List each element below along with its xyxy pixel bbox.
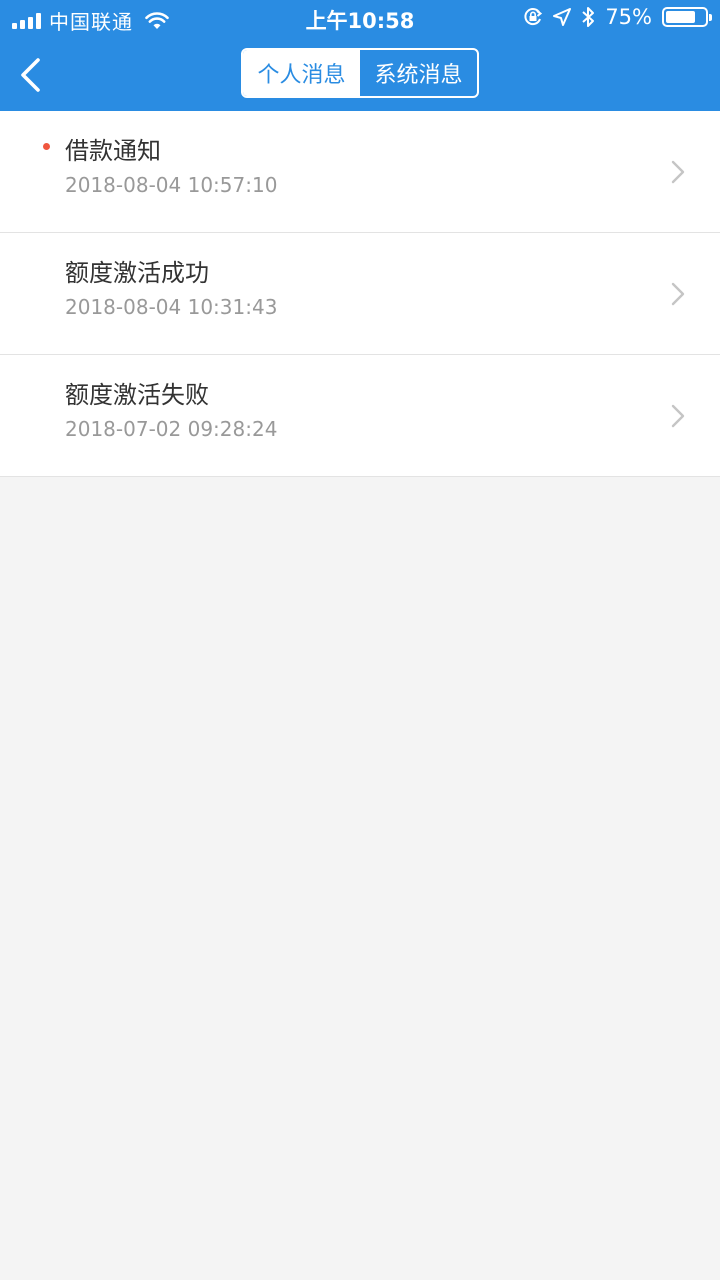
battery-icon — [662, 7, 712, 27]
tab-personal-messages[interactable]: 个人消息 — [243, 50, 360, 96]
message-item[interactable]: 额度激活失败 2018-07-02 09:28:24 — [0, 355, 720, 477]
battery-fill — [666, 11, 695, 23]
app-header: 中国联通 上午10:58 75% 个人消息 系统消息 — [0, 0, 720, 111]
location-icon — [553, 8, 572, 26]
message-time: 2018-08-04 10:31:43 — [65, 295, 278, 319]
bluetooth-icon — [582, 7, 595, 27]
status-right: 75% — [523, 5, 712, 29]
message-time: 2018-08-04 10:57:10 — [65, 173, 278, 197]
status-bar: 中国联通 上午10:58 75% — [0, 0, 720, 38]
back-arrow-icon[interactable] — [14, 54, 50, 96]
tab-system-messages[interactable]: 系统消息 — [360, 50, 477, 96]
chevron-right-icon — [671, 404, 685, 428]
message-list: 借款通知 2018-08-04 10:57:10 额度激活成功 2018-08-… — [0, 111, 720, 477]
message-title: 额度激活失败 — [65, 381, 209, 409]
orientation-lock-icon — [524, 8, 543, 26]
message-time: 2018-07-02 09:28:24 — [65, 417, 278, 441]
message-type-switch: 个人消息 系统消息 — [241, 48, 479, 98]
battery-percent: 75% — [605, 5, 652, 29]
message-item[interactable]: 借款通知 2018-08-04 10:57:10 — [0, 111, 720, 233]
message-item[interactable]: 额度激活成功 2018-08-04 10:31:43 — [0, 233, 720, 355]
message-title: 借款通知 — [65, 137, 161, 165]
unread-dot — [43, 143, 50, 150]
message-title: 额度激活成功 — [65, 259, 209, 287]
chevron-right-icon — [671, 160, 685, 184]
chevron-right-icon — [671, 282, 685, 306]
